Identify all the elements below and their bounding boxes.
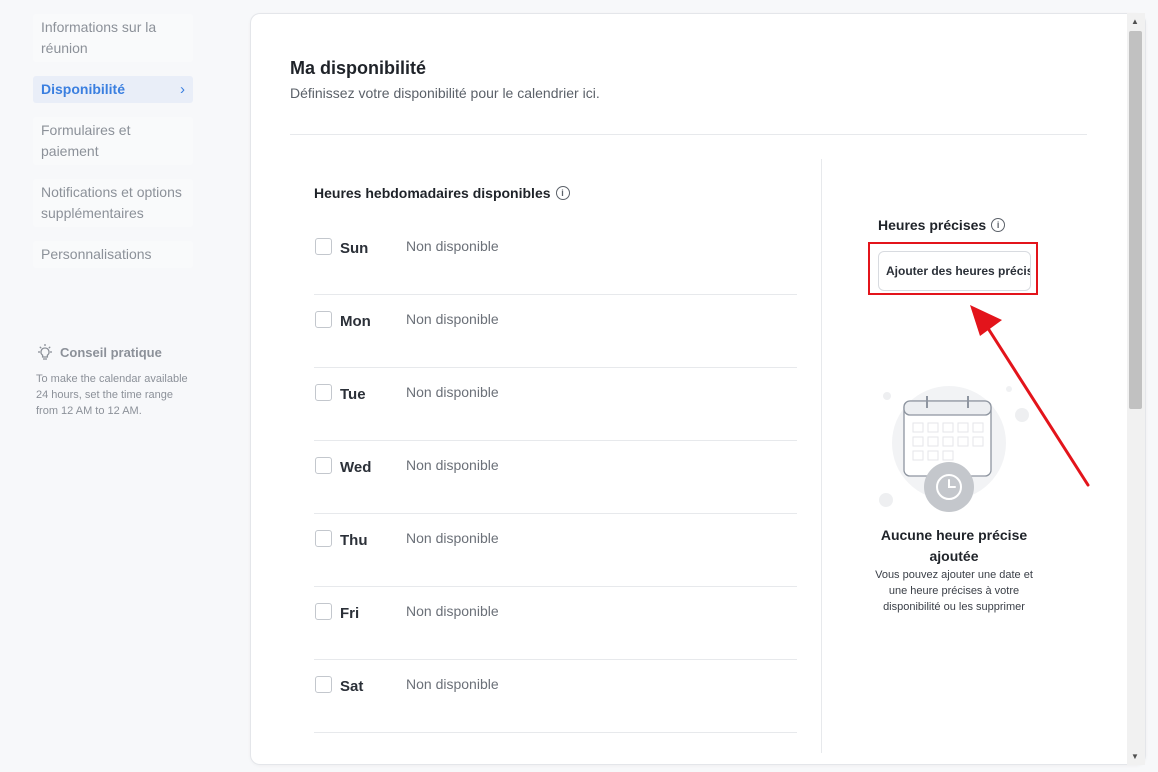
scroll-up-icon[interactable]: ▲ bbox=[1131, 17, 1139, 26]
day-name: Sat bbox=[340, 678, 364, 695]
tip-header: Conseil pratique bbox=[36, 343, 194, 361]
day-name: Tue bbox=[340, 386, 366, 403]
day-row-mon: Mon Non disponible bbox=[314, 295, 797, 368]
info-icon[interactable]: i bbox=[991, 218, 1006, 232]
tip-title: Conseil pratique bbox=[60, 344, 162, 360]
day-name: Wed bbox=[340, 459, 372, 476]
scrollbar-thumb[interactable] bbox=[1129, 31, 1142, 409]
info-icon[interactable]: i bbox=[555, 186, 570, 200]
day-row-sun: Sun Non disponible bbox=[314, 222, 797, 295]
day-checkbox-sat[interactable] bbox=[315, 676, 332, 693]
chevron-right-icon: › bbox=[180, 81, 185, 98]
page-subtitle: Définissez votre disponibilité pour le c… bbox=[290, 85, 600, 101]
sidebar-item-label: Personnalisations bbox=[41, 246, 152, 262]
sidebar-item-label: Formulaires et paiement bbox=[41, 122, 131, 159]
day-checkbox-thu[interactable] bbox=[315, 530, 332, 547]
day-status: Non disponible bbox=[406, 603, 499, 619]
tip-panel: Conseil pratique To make the calendar av… bbox=[36, 343, 194, 419]
day-status: Non disponible bbox=[406, 238, 499, 254]
precise-hours-label: Heures précises bbox=[878, 217, 987, 233]
page-title: Ma disponibilité bbox=[290, 58, 427, 78]
sidebar-item-label: Disponibilité bbox=[41, 81, 125, 97]
weekly-days-list: Sun Non disponible Mon Non disponible Tu… bbox=[314, 222, 797, 733]
sidebar-item-notifications[interactable]: Notifications et options supplémentaires bbox=[33, 179, 193, 227]
day-status: Non disponible bbox=[406, 311, 499, 327]
day-checkbox-fri[interactable] bbox=[315, 603, 332, 620]
day-name: Mon bbox=[340, 313, 371, 330]
day-status: Non disponible bbox=[406, 457, 499, 473]
empty-state-text: Vous pouvez ajouter une date et une heur… bbox=[875, 569, 1033, 613]
sidebar-item-meeting-info[interactable]: Informations sur la réunion bbox=[33, 14, 193, 62]
day-checkbox-tue[interactable] bbox=[315, 384, 332, 401]
day-row-wed: Wed Non disponible bbox=[314, 441, 797, 514]
tip-text: To make the calendar available 24 hours,… bbox=[36, 373, 188, 417]
sidebar-item-label: Informations sur la réunion bbox=[41, 19, 157, 56]
day-row-sat: Sat Non disponible bbox=[314, 660, 797, 733]
day-name: Fri bbox=[340, 605, 360, 622]
header-divider bbox=[290, 134, 1087, 135]
annotation-arrow bbox=[970, 305, 1090, 487]
sidebar-item-customizations[interactable]: Personnalisations bbox=[33, 241, 193, 268]
add-precise-hours-button[interactable]: Ajouter des heures précises bbox=[878, 251, 1031, 291]
precise-hours-title: Heures précises i bbox=[878, 217, 1006, 233]
day-status: Non disponible bbox=[406, 676, 499, 692]
day-name: Sun bbox=[340, 240, 369, 257]
lightbulb-icon bbox=[38, 344, 52, 360]
day-name: Thu bbox=[340, 532, 368, 549]
day-checkbox-mon[interactable] bbox=[315, 311, 332, 328]
day-checkbox-sun[interactable] bbox=[315, 238, 332, 255]
column-divider bbox=[821, 159, 822, 753]
vertical-scrollbar[interactable]: ▲ ▼ bbox=[1127, 13, 1145, 765]
scroll-down-icon[interactable]: ▼ bbox=[1131, 752, 1139, 761]
day-status: Non disponible bbox=[406, 384, 499, 400]
day-status: Non disponible bbox=[406, 530, 499, 546]
day-row-thu: Thu Non disponible bbox=[314, 514, 797, 587]
weekly-hours-label: Heures hebdomadaires disponibles bbox=[314, 185, 551, 201]
weekly-hours-title: Heures hebdomadaires disponibles i bbox=[314, 185, 570, 201]
sidebar-item-label: Notifications et options supplémentaires bbox=[41, 184, 182, 221]
empty-state-title: Aucune heure précise ajoutée bbox=[880, 527, 1028, 564]
sidebar-item-forms-payment[interactable]: Formulaires et paiement bbox=[33, 117, 193, 165]
sidebar-item-availability[interactable]: Disponibilité › bbox=[33, 76, 193, 103]
day-row-tue: Tue Non disponible bbox=[314, 368, 797, 441]
day-checkbox-wed[interactable] bbox=[315, 457, 332, 474]
day-row-fri: Fri Non disponible bbox=[314, 587, 797, 660]
settings-sidebar: Informations sur la réunion Disponibilit… bbox=[33, 14, 193, 282]
